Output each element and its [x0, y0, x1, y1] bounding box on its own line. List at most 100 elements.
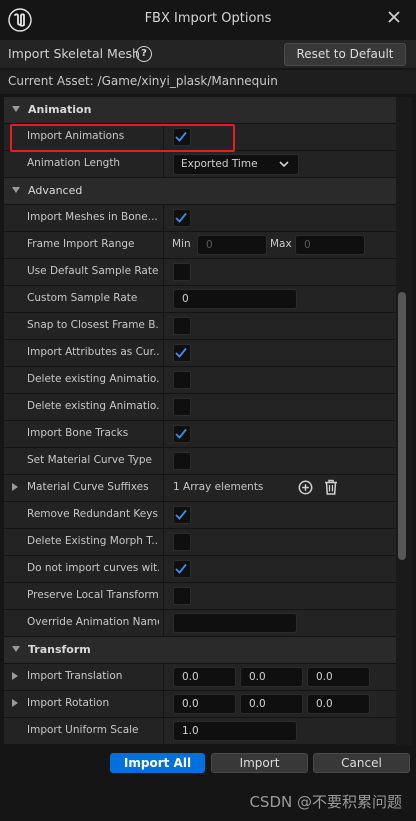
column-divider — [163, 205, 164, 231]
field-value: 0.0 — [316, 698, 333, 710]
column-divider — [163, 664, 164, 690]
chevron-right-icon[interactable] — [12, 699, 18, 707]
field-value: 0 — [206, 239, 213, 251]
chevron-right-icon[interactable] — [12, 483, 18, 491]
snap-to-closest-frame-checkbox[interactable] — [173, 317, 191, 335]
max-label: Max — [270, 238, 292, 250]
chevron-down-icon[interactable] — [12, 187, 20, 193]
rotation-y-input[interactable]: 0.0 — [240, 694, 303, 714]
column-divider — [163, 421, 164, 447]
property-label: Delete existing Animatio... — [27, 400, 159, 412]
property-label: Do not import curves wit... — [27, 562, 159, 574]
property-label: Import Meshes in Bone... — [27, 211, 158, 223]
import-attributes-as-curves-checkbox[interactable] — [173, 344, 191, 362]
translation-y-input[interactable]: 0.0 — [240, 667, 303, 687]
row-material-curve-suffixes: Material Curve Suffixes 1 Array elements — [4, 475, 396, 502]
import-meshes-in-bone-checkbox[interactable] — [173, 209, 191, 227]
section-animation[interactable]: Animation — [4, 97, 396, 124]
field-value: 0.0 — [249, 698, 266, 710]
row-import-animations: Import Animations — [4, 124, 396, 151]
property-label: Override Animation Name — [27, 616, 159, 628]
help-icon[interactable]: ? — [136, 46, 152, 62]
do-not-import-curves-checkbox[interactable] — [173, 560, 191, 578]
property-label: Import Attributes as Cur... — [27, 346, 159, 358]
row-import-translation: Import Translation 0.0 0.0 0.0 — [4, 664, 396, 691]
property-label: Import Translation — [27, 670, 123, 682]
min-label: Min — [172, 238, 191, 250]
row-preserve-local-transform: Preserve Local Transform — [4, 583, 396, 610]
property-label: Import Bone Tracks — [27, 427, 129, 439]
section-label: Animation — [28, 103, 92, 116]
delete-existing-animation-2-checkbox[interactable] — [173, 398, 191, 416]
row-snap-to-closest-frame: Snap to Closest Frame B... — [4, 313, 396, 340]
chevron-down-icon — [279, 161, 289, 168]
reset-to-default-button[interactable]: Reset to Default — [284, 43, 406, 66]
import-animations-checkbox[interactable] — [173, 128, 191, 146]
row-import-attributes-as-curves: Import Attributes as Cur... — [4, 340, 396, 367]
close-icon[interactable] — [386, 10, 402, 28]
import-header: Import Skeletal Mesh ? Reset to Default — [0, 40, 416, 68]
field-value: 1.0 — [182, 725, 199, 737]
field-value: 0.0 — [249, 671, 266, 683]
row-import-uniform-scale: Import Uniform Scale 1.0 — [4, 718, 396, 745]
chevron-down-icon[interactable] — [12, 106, 20, 112]
row-import-meshes-in-bone: Import Meshes in Bone... — [4, 205, 396, 232]
field-value: 0 — [182, 293, 189, 305]
import-button[interactable]: Import — [211, 753, 308, 773]
property-label: Delete Existing Morph T... — [27, 535, 159, 547]
column-divider — [163, 124, 164, 150]
title-bar: FBX Import Options — [0, 0, 416, 40]
section-label: Transform — [28, 643, 91, 656]
delete-existing-morph-targets-checkbox[interactable] — [173, 533, 191, 551]
import-bone-tracks-checkbox[interactable] — [173, 425, 191, 443]
custom-sample-rate-input[interactable]: 0 — [173, 289, 297, 309]
property-label: Snap to Closest Frame B... — [27, 319, 159, 331]
remove-redundant-keys-checkbox[interactable] — [173, 506, 191, 524]
row-set-material-curve-type: Set Material Curve Type — [4, 448, 396, 475]
property-label: Use Default Sample Rate — [27, 265, 159, 277]
translation-x-input[interactable]: 0.0 — [173, 667, 236, 687]
section-transform[interactable]: Transform — [4, 637, 396, 664]
frame-range-max-input[interactable]: 0 — [295, 235, 365, 255]
property-label: Import Animations — [27, 130, 125, 142]
column-divider — [163, 448, 164, 474]
uniform-scale-input[interactable]: 1.0 — [173, 721, 297, 741]
section-label: Advanced — [28, 184, 83, 197]
scrollbar-thumb[interactable] — [398, 292, 406, 560]
delete-existing-animation-1-checkbox[interactable] — [173, 371, 191, 389]
details-panel: Animation Import Animations Animation Le… — [4, 97, 412, 745]
column-divider — [163, 367, 164, 393]
import-all-button[interactable]: Import All — [110, 753, 205, 773]
use-default-sample-rate-checkbox[interactable] — [173, 263, 191, 281]
row-import-bone-tracks: Import Bone Tracks — [4, 421, 396, 448]
footer: Import All Import Cancel CSDN @不要积累问题 — [0, 748, 416, 821]
plus-circle-icon[interactable] — [298, 480, 313, 495]
column-divider — [163, 529, 164, 555]
chevron-right-icon[interactable] — [12, 672, 18, 680]
cancel-button[interactable]: Cancel — [313, 753, 410, 773]
current-asset-label: Current Asset: /Game/xinyi_plask/Mannequ… — [8, 74, 278, 88]
row-delete-existing-animation-1: Delete existing Animatio... — [4, 367, 396, 394]
translation-z-input[interactable]: 0.0 — [307, 667, 370, 687]
property-label: Frame Import Range — [27, 238, 135, 250]
chevron-down-icon[interactable] — [12, 646, 20, 652]
trash-icon[interactable] — [324, 479, 338, 495]
column-divider — [163, 151, 164, 177]
dropdown-value: Exported Time — [181, 158, 258, 170]
animation-length-dropdown[interactable]: Exported Time — [173, 154, 299, 175]
import-skeletal-mesh-label: Import Skeletal Mesh — [8, 46, 140, 61]
property-label: Remove Redundant Keys — [27, 508, 158, 520]
row-delete-existing-morph-targets: Delete Existing Morph T... — [4, 529, 396, 556]
column-divider — [163, 610, 164, 636]
preserve-local-transform-checkbox[interactable] — [173, 587, 191, 605]
rotation-z-input[interactable]: 0.0 — [307, 694, 370, 714]
rotation-x-input[interactable]: 0.0 — [173, 694, 236, 714]
column-divider — [163, 340, 164, 366]
section-advanced[interactable]: Advanced — [4, 178, 396, 205]
set-material-curve-type-checkbox[interactable] — [173, 452, 191, 470]
frame-range-min-input[interactable]: 0 — [197, 235, 267, 255]
column-divider — [163, 259, 164, 285]
property-label: Animation Length — [27, 157, 121, 169]
override-animation-name-input[interactable] — [173, 613, 297, 633]
array-count: 1 Array elements — [173, 481, 264, 493]
